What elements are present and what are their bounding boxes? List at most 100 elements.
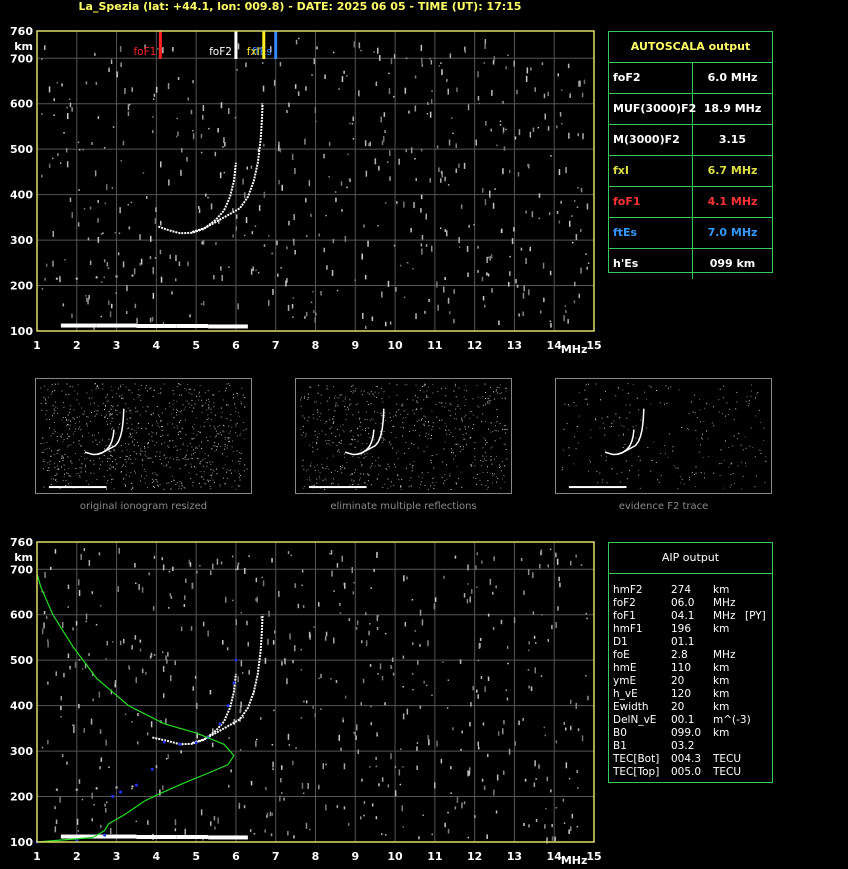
thumb-speck [52, 405, 54, 407]
noise-speck [308, 180, 311, 187]
thumb-speck [763, 439, 765, 441]
autoscala-row-label: foF1 [609, 187, 693, 217]
noise-speck [266, 812, 269, 818]
thumb-speck [223, 431, 225, 433]
thumb-speck [693, 394, 695, 396]
noise-speck [483, 785, 486, 791]
thumb-speck [182, 404, 184, 406]
noise-speck [525, 75, 528, 82]
thumb-speck [432, 383, 434, 385]
thumb-speck [43, 486, 45, 488]
x-tick-label: 10 [387, 850, 403, 863]
noise-speck [53, 98, 55, 102]
noise-speck [300, 669, 303, 671]
thumb-speck [232, 397, 234, 399]
noise-speck [427, 640, 429, 647]
thumb-speck [493, 391, 494, 393]
thumb-speck [312, 451, 314, 453]
noise-speck [587, 695, 589, 701]
thumb-speck [81, 407, 83, 409]
noise-speck [568, 132, 570, 139]
thumb-speck [112, 478, 114, 480]
e-layer-segment [136, 324, 177, 328]
thumb-speck [43, 396, 45, 398]
noise-speck [248, 670, 250, 675]
thumb-speck [158, 485, 159, 487]
thumb-speck [764, 482, 766, 484]
thumb-speck [749, 445, 751, 447]
thumb-speck [200, 461, 202, 463]
thumb-speck [198, 391, 200, 393]
noise-speck [360, 49, 362, 52]
thumb-speck [332, 422, 334, 424]
noise-speck [343, 70, 345, 74]
thumb-speck [177, 410, 179, 412]
noise-speck [108, 67, 110, 73]
noise-speck [264, 829, 266, 833]
thumb-speck [54, 466, 56, 468]
thumb-speck [376, 386, 378, 388]
noise-speck [67, 653, 70, 658]
thumb-speck [656, 390, 658, 391]
aip-row-cell: m^(-3) [713, 714, 751, 726]
thumb-speck [432, 426, 434, 428]
e-layer-segment [96, 834, 137, 839]
noise-speck [200, 809, 203, 816]
noise-speck [414, 105, 417, 112]
thumb-speck [441, 419, 443, 421]
noise-speck [437, 304, 439, 311]
thumb-speck [91, 434, 93, 436]
noise-speck [246, 620, 248, 626]
thumb-speck [317, 409, 319, 411]
thumb-speck [361, 464, 363, 466]
noise-speck [279, 61, 282, 67]
noise-speck [390, 667, 393, 669]
noise-speck [60, 705, 62, 711]
noise-speck [390, 753, 392, 760]
noise-speck [429, 178, 431, 183]
noise-speck [540, 310, 542, 314]
thumb-speck [243, 438, 245, 440]
noise-speck [473, 224, 475, 226]
noise-speck [122, 261, 125, 268]
noise-speck [294, 645, 296, 652]
noise-speck [447, 88, 449, 95]
noise-speck [565, 310, 567, 313]
thumb-speck [173, 393, 175, 395]
thumb-speck [207, 414, 209, 416]
noise-speck [419, 609, 422, 616]
thumb-speck [91, 411, 92, 413]
thumb-speck [470, 437, 472, 438]
noise-speck [440, 170, 443, 174]
thumb-speck [698, 451, 700, 453]
noise-speck [202, 105, 205, 112]
noise-speck [207, 196, 209, 199]
thumb-speck [54, 401, 56, 403]
noise-speck [490, 128, 492, 132]
thumb-speck [63, 439, 65, 440]
thumb-speck [494, 398, 495, 400]
thumb-speck [209, 461, 211, 463]
noise-speck [131, 645, 133, 650]
noise-speck [255, 740, 257, 747]
thumb-speck [604, 434, 606, 436]
y-tick-label: 760 [10, 25, 33, 38]
thumb-speck [729, 486, 731, 488]
noise-speck [412, 642, 414, 646]
noise-speck [247, 642, 249, 647]
noise-speck [326, 265, 328, 270]
thumb-speck [124, 459, 126, 461]
noise-speck [71, 313, 73, 318]
thumb-speck [704, 477, 705, 479]
noise-speck [262, 85, 265, 92]
noise-speck [455, 168, 457, 173]
thumb-e-layer [48, 486, 107, 489]
noise-speck [66, 161, 69, 168]
thumb-speck [506, 458, 508, 460]
marker-fxI-label: fxI [247, 46, 260, 58]
thumb-speck [562, 469, 563, 471]
noise-speck [160, 220, 162, 226]
noise-speck [325, 631, 328, 637]
noise-speck [301, 569, 304, 573]
thumb-speck [379, 465, 381, 467]
